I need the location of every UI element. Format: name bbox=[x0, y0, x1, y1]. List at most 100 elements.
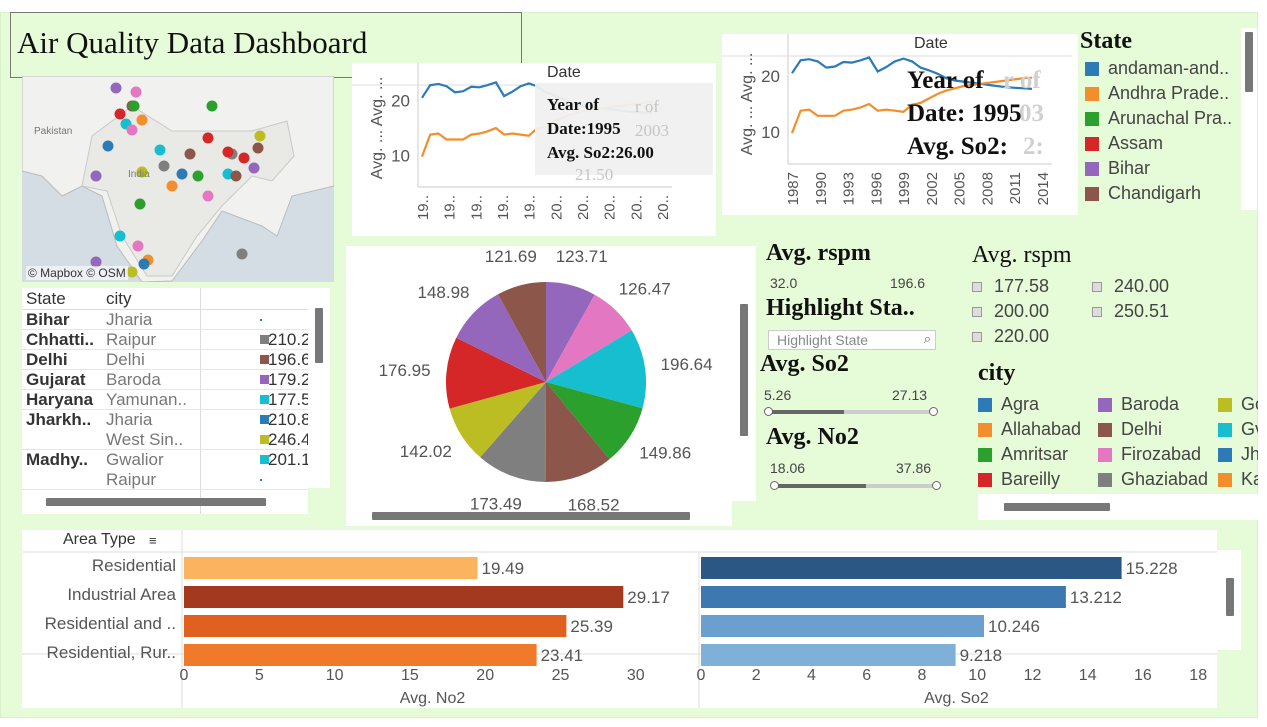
table-row[interactable]: Haryana Yamunan.. 177.5 bbox=[22, 390, 308, 410]
legend-swatch bbox=[1098, 422, 1112, 437]
rspm-legend-item[interactable]: 177.58 bbox=[972, 274, 1092, 299]
station-marker bbox=[192, 170, 204, 182]
map-credit: © Mapbox © OSM bbox=[26, 266, 128, 280]
city-legend-item[interactable]: Go bbox=[1218, 392, 1258, 417]
bar-vscroll-track[interactable] bbox=[1217, 550, 1241, 650]
table-cell-city: Delhi bbox=[106, 350, 145, 369]
x-tick-label: 0 bbox=[697, 667, 706, 684]
city-legend-item[interactable]: Allahabad bbox=[978, 417, 1098, 442]
station-marker bbox=[230, 170, 242, 182]
pie-vscroll-thumb[interactable] bbox=[740, 304, 748, 436]
line-chart-1-panel[interactable]: 20 10 Avg. ... Avg. ... 19.. 19.. 19.. 19.. 19.… bbox=[352, 63, 716, 236]
table-row[interactable]: Bihar Jharia bbox=[22, 310, 308, 330]
line-chart-1-header: Date bbox=[547, 64, 581, 81]
state-legend-item[interactable]: Arunachal Pra.. bbox=[1085, 106, 1240, 131]
table-row[interactable]: Delhi Delhi 196.6 bbox=[22, 350, 308, 370]
bar-value-label: 25.39 bbox=[570, 617, 613, 636]
legend-swatch bbox=[1085, 61, 1099, 76]
checkbox-icon[interactable] bbox=[972, 306, 982, 317]
table-cell-state: Haryana bbox=[26, 390, 94, 409]
ghost-tooltip-1c: 21.50 bbox=[575, 165, 614, 184]
table-header: State city bbox=[22, 288, 308, 514]
state-legend-scroll-thumb[interactable] bbox=[1245, 32, 1253, 92]
table-row[interactable]: Jharkh.. Jharia 210.8 West Sin.. 246.4 bbox=[22, 410, 308, 450]
table-cell-state: Bihar bbox=[26, 310, 70, 329]
table-cell-city: Jharia bbox=[106, 310, 153, 329]
city-legend-label: Agra bbox=[1001, 394, 1040, 414]
legend-swatch bbox=[1085, 186, 1099, 201]
sort-icon[interactable]: ≡ bbox=[149, 533, 157, 548]
state-legend-item[interactable]: Assam bbox=[1085, 131, 1240, 156]
table-color-mark bbox=[260, 319, 262, 321]
table-vscroll-track[interactable] bbox=[308, 288, 330, 488]
so2-slider-min-handle[interactable] bbox=[764, 407, 773, 416]
station-marker bbox=[184, 148, 196, 160]
city-legend-item[interactable]: Jh bbox=[1218, 442, 1258, 467]
y-tick-label: 10 bbox=[391, 147, 410, 166]
map-canvas bbox=[22, 76, 334, 282]
line-chart-2-panel[interactable]: 20 10 Avg. ... Avg. ... 1987 1990 1993 1996 199… bbox=[722, 34, 1078, 215]
pie-chart-panel[interactable]: 123.71 126.47 196.64 149.86 168.52 173.49 142.… bbox=[346, 246, 732, 526]
city-legend-item[interactable]: Ghaziabad bbox=[1098, 467, 1218, 490]
so2-filter-title: Avg. So2 bbox=[760, 351, 849, 377]
legend-swatch bbox=[1098, 472, 1112, 487]
bar-chart-panel[interactable]: Residential Industrial Area Residential an… bbox=[22, 530, 1217, 708]
station-marker bbox=[126, 124, 138, 136]
state-legend-scrollbar[interactable] bbox=[1241, 28, 1257, 210]
so2-min: 5.26 bbox=[764, 387, 792, 403]
table-row[interactable]: Gujarat Baroda 179.2 bbox=[22, 370, 308, 390]
table-vscroll-thumb[interactable] bbox=[315, 308, 323, 363]
table-hscroll[interactable] bbox=[46, 498, 266, 506]
checkbox-icon[interactable] bbox=[1092, 281, 1102, 292]
checkbox-icon[interactable] bbox=[1092, 306, 1102, 317]
state-legend-item[interactable]: Andhra Prade.. bbox=[1085, 81, 1240, 106]
no2-slider-max-handle[interactable] bbox=[932, 481, 941, 490]
pie-data-label: 123.71 bbox=[556, 247, 608, 266]
state-legend-item[interactable]: Bihar bbox=[1085, 156, 1240, 181]
table-cell-city: West Sin.. bbox=[106, 430, 184, 449]
pie-hscroll[interactable] bbox=[372, 512, 690, 520]
x-tick-label: 30 bbox=[627, 667, 645, 684]
rspm-max: 196.6 bbox=[890, 275, 926, 291]
state-legend-item[interactable]: Chandigarh bbox=[1085, 181, 1240, 206]
city-legend-item[interactable]: Amritsar bbox=[978, 442, 1098, 467]
bar-value-label: 10.246 bbox=[988, 617, 1040, 636]
x-tick-label: 20 bbox=[476, 667, 494, 684]
checkbox-icon[interactable] bbox=[972, 281, 982, 292]
city-legend-scroll-thumb[interactable] bbox=[1004, 503, 1110, 511]
x-tick-label: 16 bbox=[1134, 667, 1152, 684]
city-legend-item[interactable]: Bareilly bbox=[978, 467, 1098, 490]
x-tick-label: 2008 bbox=[979, 172, 996, 205]
pie-data-label: 176.95 bbox=[379, 361, 431, 380]
x-tick-label: 19.. bbox=[522, 195, 539, 220]
rspm-legend-item[interactable]: 250.51 bbox=[1092, 299, 1212, 324]
state-city-table[interactable]: State city Bihar Jharia Chhatti.. Raipur 210… bbox=[22, 288, 308, 514]
state-legend-item[interactable]: andaman-and.. bbox=[1085, 56, 1240, 81]
city-legend-item[interactable]: Baroda bbox=[1098, 392, 1218, 417]
city-legend-item[interactable]: Firozabad bbox=[1098, 442, 1218, 467]
city-legend-item[interactable]: Gv bbox=[1218, 417, 1258, 442]
table-row[interactable]: Madhy.. Gwalior 201.1 Raipur bbox=[22, 450, 308, 490]
bar-vscroll-thumb[interactable] bbox=[1226, 578, 1234, 616]
station-marker bbox=[138, 258, 150, 270]
x-tick-label: 1987 bbox=[785, 172, 802, 205]
india-map[interactable]: Pakistan India © Mapbox © OSM bbox=[22, 76, 334, 282]
no2-slider-min-handle[interactable] bbox=[770, 481, 779, 490]
city-legend-item[interactable]: Delhi bbox=[1098, 417, 1218, 442]
pie-vscroll-track[interactable] bbox=[732, 246, 756, 501]
no2-slider-fill bbox=[776, 484, 866, 488]
highlight-state-input[interactable]: Highlight State ⌕ bbox=[768, 330, 936, 350]
highlight-title: Highlight Sta.. bbox=[766, 295, 915, 321]
rspm-legend-item[interactable]: 220.00 bbox=[972, 324, 1092, 349]
city-legend-item[interactable]: Agra bbox=[978, 392, 1098, 417]
so2-slider-max-handle[interactable] bbox=[929, 407, 938, 416]
rspm-legend-item[interactable]: 200.00 bbox=[972, 299, 1092, 324]
x-tick-label: 20.. bbox=[548, 195, 565, 220]
rspm-min: 32.0 bbox=[770, 275, 798, 291]
city-legend-item[interactable]: Ka bbox=[1218, 467, 1258, 490]
table-row[interactable]: Chhatti.. Raipur 210.2 bbox=[22, 330, 308, 350]
city-legend-scrollbar[interactable] bbox=[978, 494, 1258, 520]
checkbox-icon[interactable] bbox=[972, 331, 982, 342]
x-tick-label: 19.. bbox=[468, 195, 485, 220]
rspm-legend-item[interactable]: 240.00 bbox=[1092, 274, 1212, 299]
